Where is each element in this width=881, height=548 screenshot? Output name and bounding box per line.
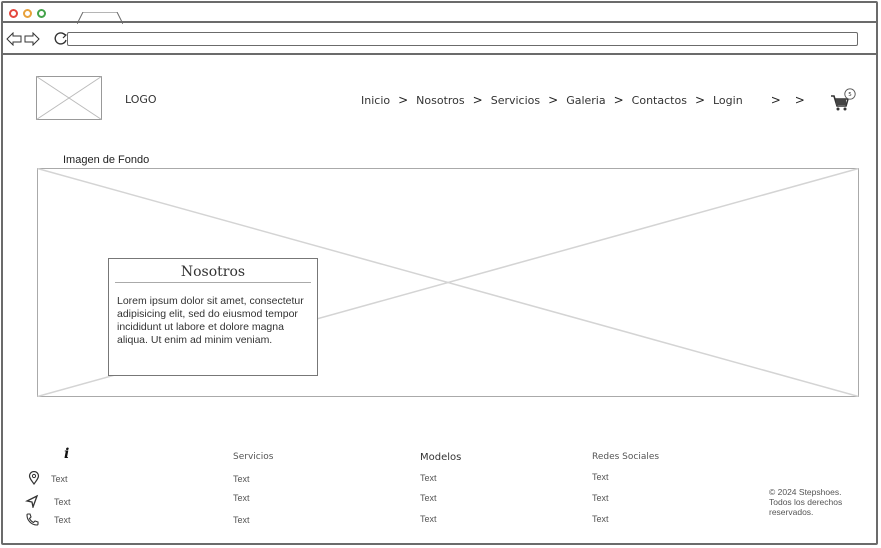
nav-item-inicio[interactable]: Inicio	[361, 94, 390, 107]
footer-redes-item[interactable]: Text	[592, 514, 609, 524]
location-pin-icon	[28, 471, 40, 485]
chevron-right-icon: >	[472, 93, 483, 107]
chevron-right-icon: >	[613, 93, 624, 107]
copyright-text: © 2024 Stepshoes. Todos los derechos res…	[769, 487, 843, 517]
chevron-right-icon: >	[548, 93, 559, 107]
about-card-title: Nosotros	[115, 264, 311, 283]
chevron-right-icon[interactable]: >	[795, 93, 805, 107]
chevron-right-icon: >	[398, 93, 409, 107]
main-nav: Inicio > Nosotros > Servicios > Galeria …	[361, 91, 813, 109]
nav-item-login[interactable]: Login	[713, 94, 743, 107]
cart-count: 5	[848, 92, 852, 98]
browser-titlebar	[3, 3, 878, 24]
footer-modelos-title: Modelos	[420, 452, 462, 463]
info-icon: i	[64, 446, 70, 462]
forward-arrow-icon[interactable]	[24, 32, 40, 46]
navigation-icon	[25, 494, 39, 508]
footer-modelos-item[interactable]: Text	[420, 493, 437, 503]
maximize-window-button[interactable]	[37, 9, 46, 18]
minimize-window-button[interactable]	[23, 9, 32, 18]
footer-contact-text: Text	[51, 474, 68, 484]
footer-modelos-item[interactable]: Text	[420, 514, 437, 524]
footer-redes-item[interactable]: Text	[592, 493, 609, 503]
nav-item-nosotros[interactable]: Nosotros	[416, 94, 464, 107]
footer-servicios-item[interactable]: Text	[233, 493, 250, 503]
footer-redes-item[interactable]: Text	[592, 472, 609, 482]
footer-servicios-title: Servicios	[233, 452, 274, 462]
close-window-button[interactable]	[9, 9, 18, 18]
back-arrow-icon[interactable]	[6, 32, 22, 46]
phone-icon	[26, 513, 39, 526]
footer-contact-text: Text	[54, 497, 71, 507]
logo-image-placeholder	[36, 76, 102, 120]
footer-servicios-item[interactable]: Text	[233, 474, 250, 484]
footer-redes-title: Redes Sociales	[592, 452, 660, 462]
nav-item-galeria[interactable]: Galeria	[566, 94, 605, 107]
nav-item-contactos[interactable]: Contactos	[632, 94, 687, 107]
logo-text[interactable]: LOGO	[125, 93, 157, 106]
background-image-label: Imagen de Fondo	[63, 154, 150, 166]
about-card-body: Lorem ipsum dolor sit amet, consectetur …	[117, 295, 304, 346]
shopping-cart-icon[interactable]: 5	[830, 88, 856, 112]
chevron-right-icon[interactable]: >	[771, 93, 781, 107]
nav-item-servicios[interactable]: Servicios	[491, 94, 540, 107]
address-bar[interactable]	[67, 32, 858, 46]
about-card: Nosotros Lorem ipsum dolor sit amet, con…	[108, 258, 318, 376]
footer-servicios-item[interactable]: Text	[233, 515, 250, 525]
browser-toolbar	[3, 23, 878, 55]
chevron-right-icon: >	[694, 93, 705, 107]
footer-modelos-item[interactable]: Text	[420, 473, 437, 483]
footer-contact-text: Text	[54, 515, 71, 525]
